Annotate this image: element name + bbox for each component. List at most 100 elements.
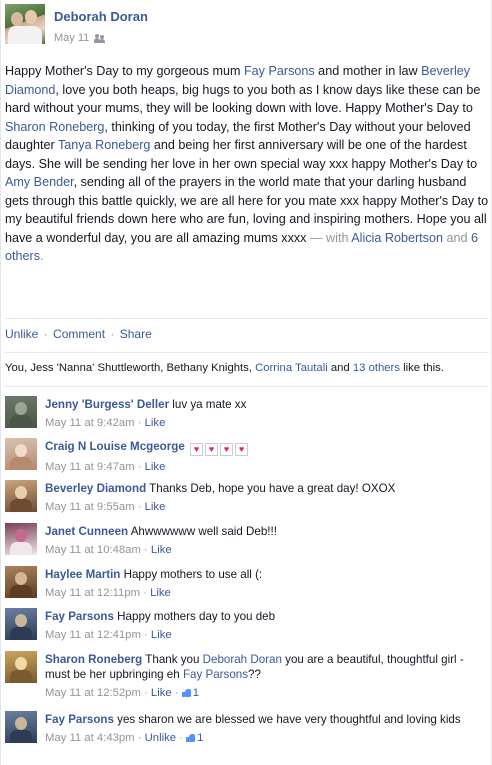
separator: · <box>176 732 187 744</box>
comment-like-link[interactable]: Like <box>151 544 172 556</box>
comment-text: Fay Parsons Happy mothers day to you deb <box>45 609 485 624</box>
comment-text: Janet Cunneen Ahwwwwww well said Deb!!! <box>45 524 485 539</box>
comment-timestamp[interactable]: May 11 at 12:11pm <box>45 587 140 599</box>
comment-meta: May 11 at 12:41pm · Like <box>45 628 485 643</box>
commenter-avatar[interactable] <box>5 523 37 555</box>
commenter-avatar[interactable] <box>5 566 37 598</box>
mention-link[interactable]: Deborah Doran <box>203 653 282 666</box>
friends-icon[interactable] <box>94 33 106 43</box>
separator: · <box>140 629 151 641</box>
comment-unlike-link[interactable]: Unlike <box>145 732 176 744</box>
commenter-name-link[interactable]: Janet Cunneen <box>45 525 128 538</box>
comment-body: Sharon Roneberg Thank you Deborah Doran … <box>45 652 485 701</box>
heart-emoji-icon: ♥ <box>205 443 219 456</box>
comment-body: Haylee Martin Happy mothers to use all (… <box>45 567 485 601</box>
share-link[interactable]: Share <box>120 327 152 341</box>
comment-like-link[interactable]: Like <box>150 587 171 599</box>
post-text-segment: and mother in law <box>314 64 422 78</box>
separator: · <box>134 501 145 513</box>
liker-link[interactable]: Corrina Tautali <box>255 362 328 374</box>
comment-like-link[interactable]: Like <box>151 629 172 641</box>
commenter-name-link[interactable]: Jenny 'Burgess' Deller <box>45 398 169 411</box>
author-avatar[interactable] <box>5 4 45 44</box>
comment-meta: May 11 at 9:42am · Like <box>45 416 485 431</box>
comment-meta: May 11 at 12:11pm · Like <box>45 586 485 601</box>
comment-like-link[interactable]: Like <box>145 417 166 429</box>
commenter-avatar[interactable] <box>5 396 37 428</box>
comment-text-segment: Thank you <box>142 653 203 666</box>
comment-body: Fay Parsons Happy mothers day to you deb… <box>45 609 485 643</box>
comment-meta: May 11 at 10:48am · Like <box>45 543 485 558</box>
mention-link[interactable]: Tanya Roneberg <box>58 138 150 152</box>
comment-text: Craig N Louise Mcgeorge ♥ ♥ ♥ ♥ <box>45 439 485 456</box>
thumbs-up-icon <box>186 733 196 742</box>
commenter-name-link[interactable]: Fay Parsons <box>45 713 114 726</box>
unlike-link[interactable]: Unlike <box>5 327 38 341</box>
thumbs-up-icon <box>181 688 191 697</box>
divider <box>5 318 489 319</box>
separator: · <box>134 461 145 473</box>
comment-text-segment: Happy mothers day to you deb <box>113 610 276 623</box>
commenter-avatar[interactable] <box>5 480 37 512</box>
likes-prefix: You, Jess 'Nanna' Shuttleworth, Bethany … <box>5 362 256 374</box>
mention-link[interactable]: Amy Bender <box>5 175 74 189</box>
likes-and: and <box>327 362 353 374</box>
comment-like-link[interactable]: Like <box>145 461 166 473</box>
comment-text-segment: yes sharon we are blessed we have very t… <box>113 713 461 726</box>
comment-timestamp[interactable]: May 11 at 4:43pm <box>45 732 135 744</box>
comment-timestamp[interactable]: May 11 at 9:42am <box>45 417 135 429</box>
divider <box>5 386 489 387</box>
commenter-name-link[interactable]: Beverley Diamond <box>45 482 146 495</box>
separator: · <box>171 687 182 699</box>
comment-text: Beverley Diamond Thanks Deb, hope you ha… <box>45 481 485 496</box>
commenter-avatar[interactable] <box>5 711 37 743</box>
comment-like-link[interactable]: Like <box>145 501 166 513</box>
commenter-name-link[interactable]: Sharon Roneberg <box>45 653 142 666</box>
comment-timestamp[interactable]: May 11 at 12:41pm <box>45 629 141 641</box>
post-meta: May 11 <box>54 32 106 44</box>
mention-link[interactable]: Fay Parsons <box>244 64 315 78</box>
comment-meta: May 11 at 12:52pm · Like · 1 <box>45 686 485 701</box>
comment-meta: May 11 at 4:43pm · Unlike · 1 <box>45 731 485 746</box>
likes-suffix: like this. <box>399 362 444 374</box>
comment-timestamp[interactable]: May 11 at 9:47am <box>45 461 135 473</box>
post-text: Happy Mother's Day to my gorgeous mum Fa… <box>5 62 489 266</box>
divider <box>5 352 489 353</box>
mention-link[interactable]: Alicia Robertson <box>351 231 443 245</box>
comment-timestamp[interactable]: May 11 at 9:55am <box>45 501 135 513</box>
comment-link[interactable]: Comment <box>53 327 105 341</box>
comment-like-count[interactable]: 1 <box>181 687 199 699</box>
separator: · <box>140 587 151 599</box>
commenter-name-link[interactable]: Craig N Louise Mcgeorge <box>45 440 185 453</box>
commenter-avatar[interactable] <box>5 438 37 470</box>
heart-emoji-icon: ♥ <box>235 443 249 456</box>
comment-body: Craig N Louise Mcgeorge ♥ ♥ ♥ ♥ May 11 at 9:… <box>45 439 485 475</box>
comment-text: Haylee Martin Happy mothers to use all (… <box>45 567 485 582</box>
comment-meta: May 11 at 9:47am · Like <box>45 460 485 475</box>
tag-text: . <box>40 249 44 263</box>
commenter-avatar[interactable] <box>5 651 37 683</box>
mention-link[interactable]: Fay Parsons <box>183 668 248 681</box>
comment-like-link[interactable]: Like <box>151 687 172 699</box>
commenter-name-link[interactable]: Haylee Martin <box>45 568 120 581</box>
feed-post: Deborah Doran May 11 Happy Mother's Day … <box>0 0 492 765</box>
separator: · <box>110 327 115 341</box>
tag-text: — with <box>306 230 352 245</box>
comment-timestamp[interactable]: May 11 at 10:48am <box>45 544 141 556</box>
mention-link[interactable]: Sharon Roneberg <box>5 120 104 134</box>
post-text-segment: Happy Mother's Day to my gorgeous mum <box>5 64 244 78</box>
comment-like-count[interactable]: 1 <box>186 732 203 744</box>
others-likers-link[interactable]: 13 others <box>353 362 400 374</box>
commenter-avatar[interactable] <box>5 608 37 640</box>
post-date[interactable]: May 11 <box>54 32 89 44</box>
separator: · <box>134 732 145 744</box>
separator: · <box>140 687 151 699</box>
comment-text-segment: Happy mothers to use all (: <box>120 568 263 581</box>
comment-timestamp[interactable]: May 11 at 12:52pm <box>45 687 141 699</box>
like-count-value: 1 <box>197 732 204 744</box>
author-name-link[interactable]: Deborah Doran <box>54 9 148 24</box>
heart-emoji-icon: ♥ <box>220 443 234 456</box>
heart-emoji-icon: ♥ <box>190 443 204 456</box>
commenter-name-link[interactable]: Fay Parsons <box>45 610 114 623</box>
comment-body: Fay Parsons yes sharon we are blessed we… <box>45 712 485 746</box>
